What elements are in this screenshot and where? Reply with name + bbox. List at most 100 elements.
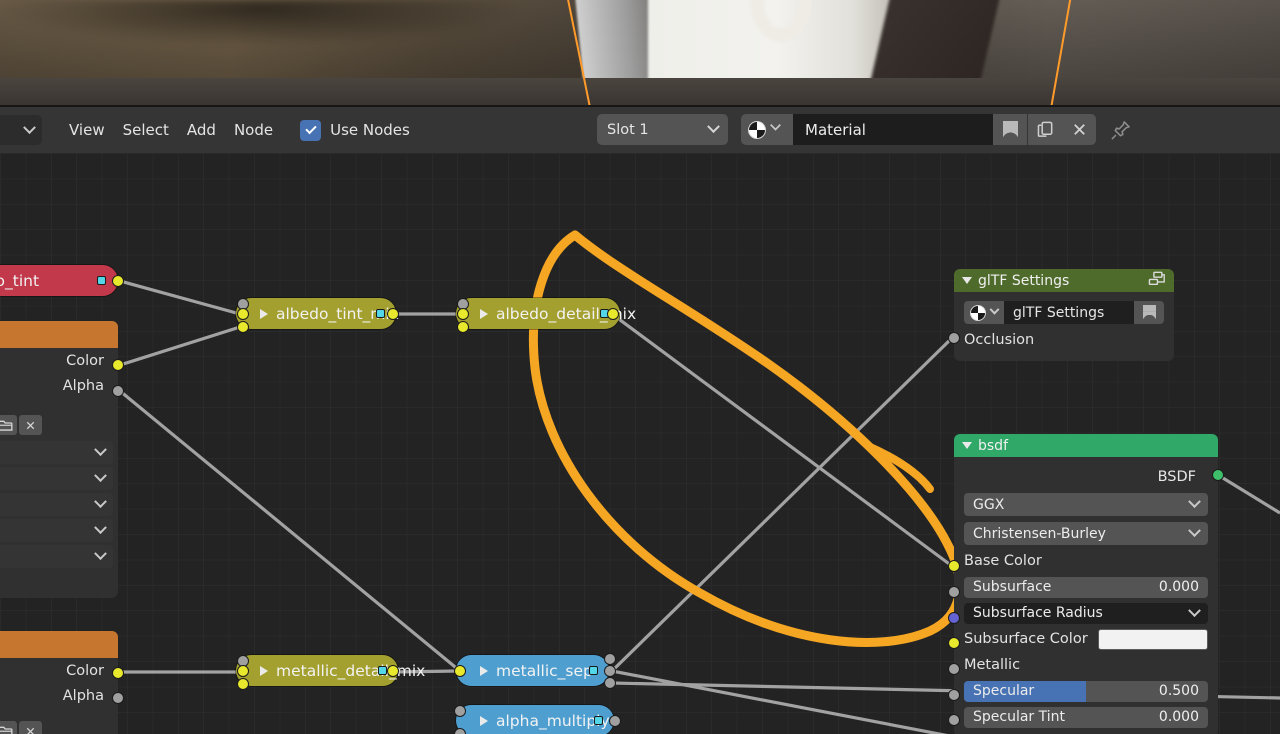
image-interpolation-dropdown[interactable] [0,441,113,464]
unlink-button[interactable] [19,721,42,734]
specular-tint-field[interactable]: Specular Tint 0.000 [964,706,1208,728]
subsurface-value-field[interactable]: Subsurface 0.000 [964,576,1208,598]
socket-bsdf-specular-tint[interactable] [948,714,960,726]
chevron-down-icon [23,120,36,134]
socket-adm-in-color1[interactable] [457,308,469,320]
node-header[interactable]: glTF Settings [954,269,1174,292]
menu-select[interactable]: Select [114,115,178,145]
subsurface-radius-dropdown[interactable]: Subsurface Radius [964,602,1208,624]
socket-amul-in-2[interactable] [454,728,466,734]
socket-atm-in-color2[interactable] [237,321,249,333]
shield-icon [1142,305,1156,320]
socket-adm-out[interactable] [607,308,619,320]
folder-icon [0,726,13,734]
3d-viewport-preview[interactable] [0,0,1280,105]
chevron-down-icon [94,547,107,561]
node-editor-canvas[interactable]: lbedo_tint Color Alpha [0,153,1280,734]
node-metallic-sep[interactable]: metallic_sep [456,655,609,686]
shield-icon [1002,120,1018,139]
menu-view[interactable]: View [60,115,114,145]
label: Specular Tint [973,709,1066,725]
socket-msep-out-g[interactable] [604,665,616,677]
node-metallic-detail-mix[interactable]: metallic_detail_mix [236,655,425,686]
viewport-floor [0,78,1280,105]
socket-mdm-in-color1[interactable] [237,665,249,677]
socket-mdm-out[interactable] [387,665,399,677]
x-icon [1073,124,1085,135]
material-slot-dropdown[interactable]: Slot 1 [597,114,728,145]
new-material-button[interactable] [1028,114,1062,145]
editor-type-button[interactable] [0,115,42,145]
socket-tex2-color-out[interactable] [112,667,124,679]
menu-add[interactable]: Add [178,115,225,145]
socket-msep-out-r[interactable] [604,653,616,665]
socket-atm-out[interactable] [387,308,399,320]
socket-bsdf-out[interactable] [1212,469,1224,481]
chevron-down-icon [94,521,107,535]
node-image-texture-1[interactable]: Color Alpha [0,321,118,598]
triangle-right-icon [260,308,268,319]
socket-tex1-alpha-out[interactable] [112,385,124,397]
socket-adm-in-color2[interactable] [457,321,469,333]
bsdf-input-subsurface: Subsurface 0.000 [954,574,1218,600]
socket-bsdf-subsurface-color[interactable] [948,637,960,649]
node-albedo-tint[interactable]: lbedo_tint [0,265,118,296]
socket-mdm-in-color2[interactable] [237,678,249,690]
gltf-datablock-name[interactable]: glTF Settings [1004,301,1134,324]
node-image-texture-2[interactable]: Color Alpha [0,631,118,734]
socket-out-cyan[interactable] [594,716,603,725]
socket-out-cyan[interactable] [589,666,598,675]
socket-out-cyan[interactable] [376,309,385,318]
specular-slider[interactable]: Specular 0.500 [964,680,1208,702]
use-nodes-label: Use Nodes [330,121,410,139]
triangle-down-icon[interactable] [962,277,972,284]
material-name-field[interactable]: Material [793,114,993,145]
socket-bsdf-specular[interactable] [948,689,960,701]
image-extension-dropdown[interactable] [0,493,113,516]
socket-atm-in-color1[interactable] [237,308,249,320]
socket-gltf-occlusion-in[interactable] [948,332,960,344]
socket-bsdf-subsurface-radius[interactable] [948,612,960,624]
triangle-down-icon[interactable] [962,442,972,449]
unlink-material-button[interactable] [1062,114,1096,145]
pin-button[interactable] [1104,114,1138,145]
image-source-dropdown[interactable] [0,519,113,542]
bsdf-input-specular-tint: Specular Tint 0.000 [954,704,1218,730]
socket-amul-out[interactable] [609,715,621,727]
node-group-icon[interactable] [1148,271,1166,291]
open-image-button[interactable] [0,721,17,734]
image-projection-dropdown[interactable] [0,467,113,490]
socket-out-cyan[interactable] [378,666,387,675]
socket-msep-in[interactable] [454,665,466,677]
open-image-button[interactable] [0,415,17,435]
socket-amul-in-1[interactable] [454,705,466,717]
image-colorspace-dropdown[interactable]: sRGB [0,545,113,568]
bsdf-input-base-color: Base Color [954,548,1218,574]
node-title: metallic_detail_mix [276,661,426,680]
socket-bsdf-base-color[interactable] [948,560,960,572]
node-albedo-tint-mix[interactable]: albedo_tint_mix [236,298,399,329]
socket-bsdf-metallic[interactable] [948,663,960,675]
socket-out-cyan[interactable] [97,276,106,285]
bsdf-distribution-dropdown[interactable]: GGX [964,493,1208,516]
node-alpha-multiply[interactable]: alpha_multiply [456,705,614,734]
bsdf-subsurface-method-dropdown[interactable]: Christensen-Burley [964,522,1208,545]
socket-msep-out-b[interactable] [604,677,616,689]
label: Specular [973,683,1035,699]
socket-albedo-tint-out[interactable] [112,275,124,287]
fake-user-button[interactable] [993,114,1027,145]
menu-node[interactable]: Node [225,115,282,145]
node-bsdf[interactable]: bsdf BSDF GGX Christensen-Burley Base Co… [954,434,1218,734]
fake-user-button[interactable] [1134,301,1164,324]
socket-tex2-alpha-out[interactable] [112,692,124,704]
node-header[interactable]: bsdf [954,434,1218,457]
socket-tex1-color-out[interactable] [112,359,124,371]
node-gltf-settings[interactable]: glTF Settings glTF Settings Occlusion [954,269,1174,361]
node-albedo-detail-mix[interactable]: albedo_detail_mix [456,298,636,329]
socket-bsdf-subsurface[interactable] [948,586,960,598]
node-datablock-toolbar [0,718,118,734]
use-nodes-toggle[interactable]: Use Nodes [300,119,410,141]
browse-material-button[interactable] [741,114,793,145]
subsurface-color-swatch[interactable] [1097,628,1208,650]
unlink-button[interactable] [19,415,42,435]
